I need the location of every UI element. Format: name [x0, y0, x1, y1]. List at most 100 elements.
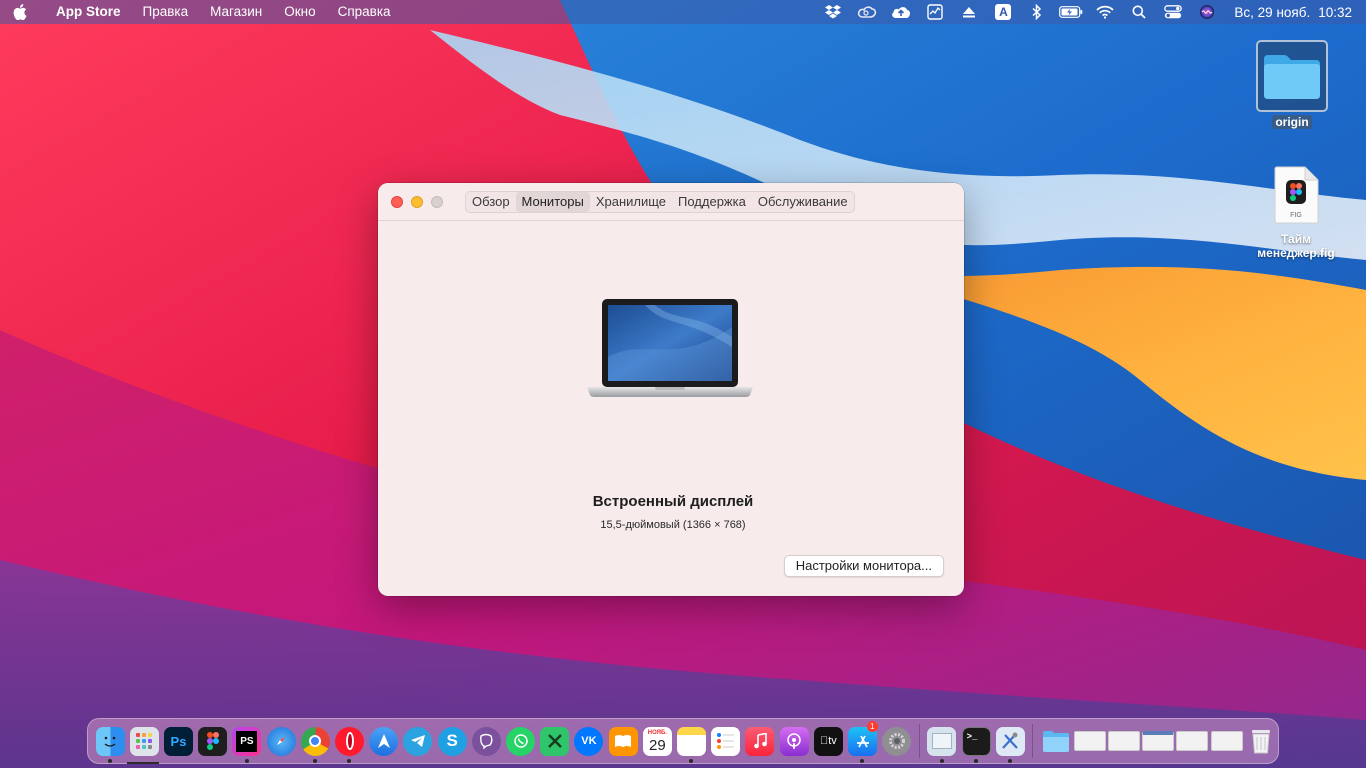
search-icon[interactable]: [1122, 0, 1156, 24]
dock-window-1[interactable]: [1073, 718, 1107, 764]
battery-icon[interactable]: [1054, 0, 1088, 24]
trash-icon: [1246, 727, 1275, 756]
dock-downloads-folder[interactable]: [1038, 718, 1072, 764]
dock-whatsapp[interactable]: [503, 718, 537, 764]
running-indicator: [313, 759, 318, 763]
spark-icon: [369, 726, 399, 756]
tab-overview[interactable]: Обзор: [466, 192, 516, 212]
dock-window-2[interactable]: [1107, 718, 1141, 764]
dock-finder[interactable]: [93, 718, 127, 764]
dock-calendar[interactable]: НОЯБ. 29: [640, 718, 674, 764]
calendar-day: 29: [649, 736, 666, 754]
dock-notes[interactable]: [674, 718, 708, 764]
status-area: A Вс, 29 нояб. 10:32: [816, 0, 1366, 24]
dock-terminal[interactable]: >_: [959, 718, 993, 764]
dock-app-store[interactable]: 1: [845, 718, 879, 764]
telegram-icon: [403, 726, 433, 756]
dock-xcode-tools[interactable]: [993, 718, 1027, 764]
desktop-file-label: Тайм менеджер.fig: [1257, 232, 1335, 260]
menu-edit[interactable]: Правка: [132, 0, 200, 24]
tab-service[interactable]: Обслуживание: [752, 192, 854, 212]
dock-system-preferences[interactable]: [880, 718, 914, 764]
desktop-file-figma[interactable]: FIG Тайм менеджер.fig: [1250, 166, 1342, 260]
dock-chrome[interactable]: [298, 718, 332, 764]
vk-icon: VK: [574, 726, 604, 756]
segmented-tabs: Обзор Мониторы Хранилище Поддержка Обслу…: [465, 191, 855, 213]
dock-preview[interactable]: [925, 718, 959, 764]
dock-phpstorm[interactable]: PS: [230, 718, 264, 764]
display-name: Встроенный дисплей: [592, 493, 754, 510]
dock-books[interactable]: [606, 718, 640, 764]
calendar-month: НОЯБ.: [647, 729, 667, 736]
menu-clock[interactable]: Вс, 29 нояб. 10:32: [1224, 5, 1352, 20]
tab-support[interactable]: Поддержка: [672, 192, 752, 212]
dock-reminders[interactable]: [709, 718, 743, 764]
dock-opera[interactable]: [332, 718, 366, 764]
dock-window-3[interactable]: [1141, 718, 1175, 764]
notes-icon: [677, 726, 707, 756]
display-spec: 15,5-дюймовый (1366 × 768): [600, 519, 746, 531]
reminders-icon: [711, 726, 741, 756]
dock-launchpad[interactable]: [127, 718, 161, 764]
window-titlebar[interactable]: Обзор Мониторы Хранилище Поддержка Обслу…: [378, 183, 964, 221]
terminal-icon: >_: [961, 726, 991, 756]
running-indicator: [689, 759, 694, 763]
finder-icon: [95, 726, 125, 756]
running-indicator: [860, 759, 865, 763]
siri-icon[interactable]: [1190, 0, 1224, 24]
dock-music[interactable]: [743, 718, 777, 764]
dock-skype[interactable]: S: [435, 718, 469, 764]
creative-cloud-icon[interactable]: [850, 0, 884, 24]
close-button[interactable]: [391, 195, 403, 208]
desktop-folder-origin[interactable]: origin: [1246, 40, 1338, 129]
dock-xmind[interactable]: [538, 718, 572, 764]
running-indicator: [108, 759, 112, 763]
tab-storage[interactable]: Хранилище: [590, 192, 672, 212]
file-type-tag: FIG: [1290, 212, 1302, 219]
menu-help[interactable]: Справка: [327, 0, 402, 24]
dock-safari[interactable]: [264, 718, 298, 764]
dock-trash[interactable]: [1244, 718, 1278, 764]
running-indicator: [1008, 759, 1013, 763]
tab-displays[interactable]: Мониторы: [515, 192, 590, 212]
dock-photoshop[interactable]: Ps: [161, 718, 195, 764]
dock-window-5[interactable]: [1209, 718, 1243, 764]
display-settings-button[interactable]: Настройки монитора...: [783, 555, 944, 577]
cloud-upload-icon[interactable]: [884, 0, 918, 24]
dock-window-4[interactable]: [1175, 718, 1209, 764]
menu-date: Вс, 29 нояб.: [1234, 4, 1311, 20]
menu-window[interactable]: Окно: [273, 0, 326, 24]
menu-store[interactable]: Магазин: [199, 0, 273, 24]
menu-bar: App Store Правка Магазин Окно Справка A: [0, 0, 1366, 24]
window-thumbnail: [1176, 731, 1209, 751]
dock-apple-tv[interactable]: tv: [811, 718, 845, 764]
tools-icon: [995, 726, 1025, 756]
dock-podcasts[interactable]: [777, 718, 811, 764]
input-source-letter: A: [995, 4, 1012, 20]
wifi-icon[interactable]: [1088, 0, 1122, 24]
apple-menu-icon[interactable]: [0, 0, 40, 24]
activity-monitor-icon[interactable]: [918, 0, 952, 24]
apple-tv-label: tv: [824, 735, 837, 747]
dock-separator: [918, 724, 920, 758]
eject-icon[interactable]: [952, 0, 986, 24]
minimize-button[interactable]: [411, 195, 423, 208]
menu-time: 10:32: [1318, 4, 1352, 20]
zoom-button[interactable]: [431, 195, 443, 208]
running-indicator: [939, 759, 944, 763]
dock-viber[interactable]: [469, 718, 503, 764]
dropbox-icon[interactable]: [816, 0, 850, 24]
dock-vk[interactable]: VK: [572, 718, 606, 764]
control-center-icon[interactable]: [1156, 0, 1190, 24]
menu-app-name[interactable]: App Store: [40, 0, 132, 24]
running-indicator: [347, 759, 352, 763]
about-this-mac-window: Обзор Мониторы Хранилище Поддержка Обслу…: [378, 183, 964, 596]
bluetooth-icon[interactable]: [1020, 0, 1054, 24]
input-source-icon[interactable]: A: [986, 0, 1020, 24]
app-store-badge: 1: [866, 721, 878, 732]
dock-spark[interactable]: [367, 718, 401, 764]
window-content: Встроенный дисплей 15,5-дюймовый (1366 ×…: [378, 221, 964, 596]
dock-figma[interactable]: [196, 718, 230, 764]
figma-icon: [198, 726, 228, 756]
dock-telegram[interactable]: [401, 718, 435, 764]
